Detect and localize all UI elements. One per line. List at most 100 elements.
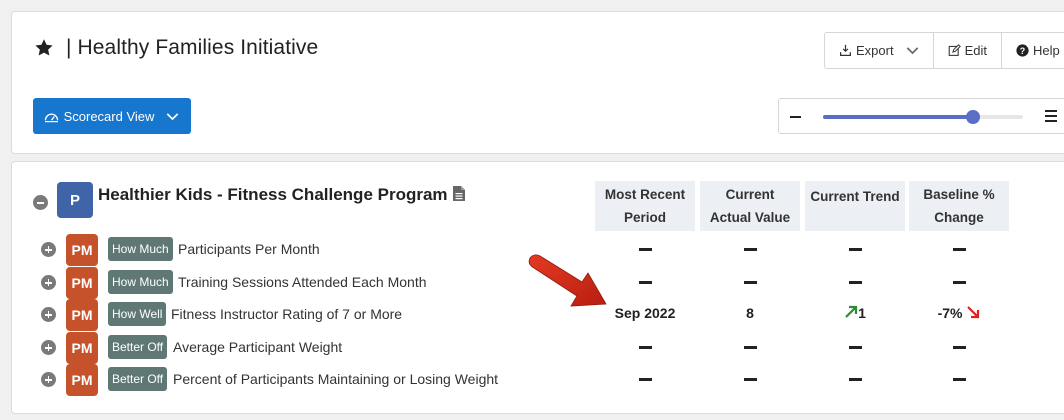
actual-value-cell [700, 338, 800, 354]
callout-arrow [528, 254, 607, 307]
measure-name[interactable]: Average Participant Weight [173, 339, 342, 355]
actual-value-cell [700, 240, 800, 256]
empty-value-dash [952, 377, 966, 381]
actual-value-cell [700, 273, 800, 289]
trend-value: 1 [858, 305, 866, 321]
zoom-control [778, 98, 1064, 134]
zoom-out-button[interactable] [790, 116, 801, 118]
help-button[interactable]: ? Help [1002, 33, 1064, 68]
category-badge: Better Off [108, 367, 168, 391]
expand-icon[interactable] [41, 275, 56, 290]
expand-icon[interactable] [41, 372, 56, 387]
export-icon [840, 44, 851, 56]
trend-cell [805, 240, 905, 256]
star-icon[interactable] [34, 38, 54, 58]
empty-value-dash [848, 247, 862, 251]
baseline-change-cell [909, 240, 1009, 256]
column-header-line: Most Recent [604, 187, 686, 202]
table-row: PM How Much Participants Per Month [12, 234, 1012, 266]
baseline-change-cell [909, 338, 1009, 354]
export-label: Export [856, 43, 894, 58]
pm-badge: PM [66, 267, 98, 299]
collapse-icon[interactable] [33, 195, 48, 210]
edit-label: Edit [964, 43, 987, 58]
zoom-slider-fill [823, 115, 973, 119]
empty-value-dash [848, 377, 862, 381]
expand-icon[interactable] [41, 307, 56, 322]
column-header-most-recent-period: Most Recent Period [595, 181, 695, 231]
trend-cell [805, 370, 905, 386]
category-badge: Better Off [108, 335, 168, 359]
measure-name[interactable]: Participants Per Month [178, 241, 320, 257]
table-row: PM Better Off Average Participant Weight [12, 332, 1012, 364]
trend-down-arrow-icon [967, 306, 980, 319]
empty-value-dash [848, 280, 862, 284]
pm-badge: PM [66, 234, 98, 266]
trend-cell [805, 273, 905, 289]
column-header-line: Change [934, 210, 984, 225]
baseline-change-cell [909, 273, 1009, 289]
empty-value-dash [638, 280, 652, 284]
svg-text:?: ? [1020, 46, 1025, 56]
column-header-line: Actual Value [709, 210, 791, 225]
scorecard-view-button[interactable]: Scorecard View [33, 98, 191, 134]
empty-value-dash [952, 345, 966, 349]
empty-value-dash [743, 247, 757, 251]
dashboard-gauge-icon [44, 112, 58, 122]
edit-icon [948, 44, 961, 56]
empty-value-dash [638, 345, 652, 349]
expand-icon[interactable] [41, 242, 56, 257]
category-badge: How Much [108, 270, 173, 294]
table-row: PM How Much Training Sessions Attended E… [12, 267, 1012, 299]
measure-name[interactable]: Fitness Instructor Rating of 7 or More [171, 306, 402, 322]
pm-badge: PM [66, 364, 98, 396]
hamburger-menu-icon[interactable] [1045, 110, 1057, 125]
empty-value-dash [743, 345, 757, 349]
page-title: | Healthy Families Initiative [66, 36, 319, 59]
document-icon[interactable] [453, 186, 465, 201]
chevron-down-icon [167, 112, 179, 120]
help-icon: ? [1016, 44, 1029, 57]
trend-cell: 1 [805, 305, 905, 321]
program-title[interactable]: Healthier Kids - Fitness Challenge Progr… [98, 185, 448, 205]
export-button[interactable]: Export [825, 33, 934, 68]
baseline-change-value: -7% [937, 305, 963, 321]
most-recent-period-cell: Sep 2022 [614, 305, 676, 321]
empty-value-dash [848, 345, 862, 349]
header-panel: | Healthy Families Initiative Export Edi… [11, 11, 1064, 154]
empty-value-dash [638, 247, 652, 251]
category-badge: How Much [108, 237, 173, 261]
column-header-baseline-change: Baseline % Change [909, 181, 1009, 231]
edit-button[interactable]: Edit [934, 33, 1002, 68]
measure-name[interactable]: Training Sessions Attended Each Month [178, 274, 427, 290]
actual-value-cell: 8 [746, 305, 754, 321]
measure-name[interactable]: Percent of Participants Maintaining or L… [173, 371, 498, 387]
most-recent-period-cell [595, 240, 695, 256]
zoom-slider[interactable] [823, 110, 1023, 124]
column-header-line: Period [623, 210, 666, 225]
column-header-line: Current [725, 187, 775, 202]
table-row: PM How Well Fitness Instructor Rating of… [12, 299, 1012, 331]
help-label: Help [1032, 43, 1060, 58]
empty-value-dash [638, 377, 652, 381]
chevron-down-icon [906, 47, 918, 55]
empty-value-dash [743, 280, 757, 284]
scorecard-view-label: Scorecard View [63, 108, 155, 124]
toolbar: Export Edit ? Help [824, 32, 1064, 69]
pm-badge: PM [66, 332, 98, 364]
program-badge: P [57, 182, 93, 218]
empty-value-dash [743, 377, 757, 381]
title-row: | Healthy Families Initiative [34, 36, 318, 60]
baseline-change-cell: -7% [909, 305, 1009, 321]
baseline-change-cell [909, 370, 1009, 386]
column-header-line: Current Trend [810, 189, 900, 204]
most-recent-period-cell [595, 338, 695, 354]
empty-value-dash [952, 247, 966, 251]
most-recent-period-cell [595, 273, 695, 289]
zoom-slider-handle[interactable] [966, 110, 980, 124]
trend-up-arrow-icon [845, 305, 858, 318]
pm-badge: PM [66, 299, 98, 331]
expand-icon[interactable] [41, 340, 56, 355]
category-badge: How Well [108, 302, 167, 326]
most-recent-period-cell [595, 370, 695, 386]
